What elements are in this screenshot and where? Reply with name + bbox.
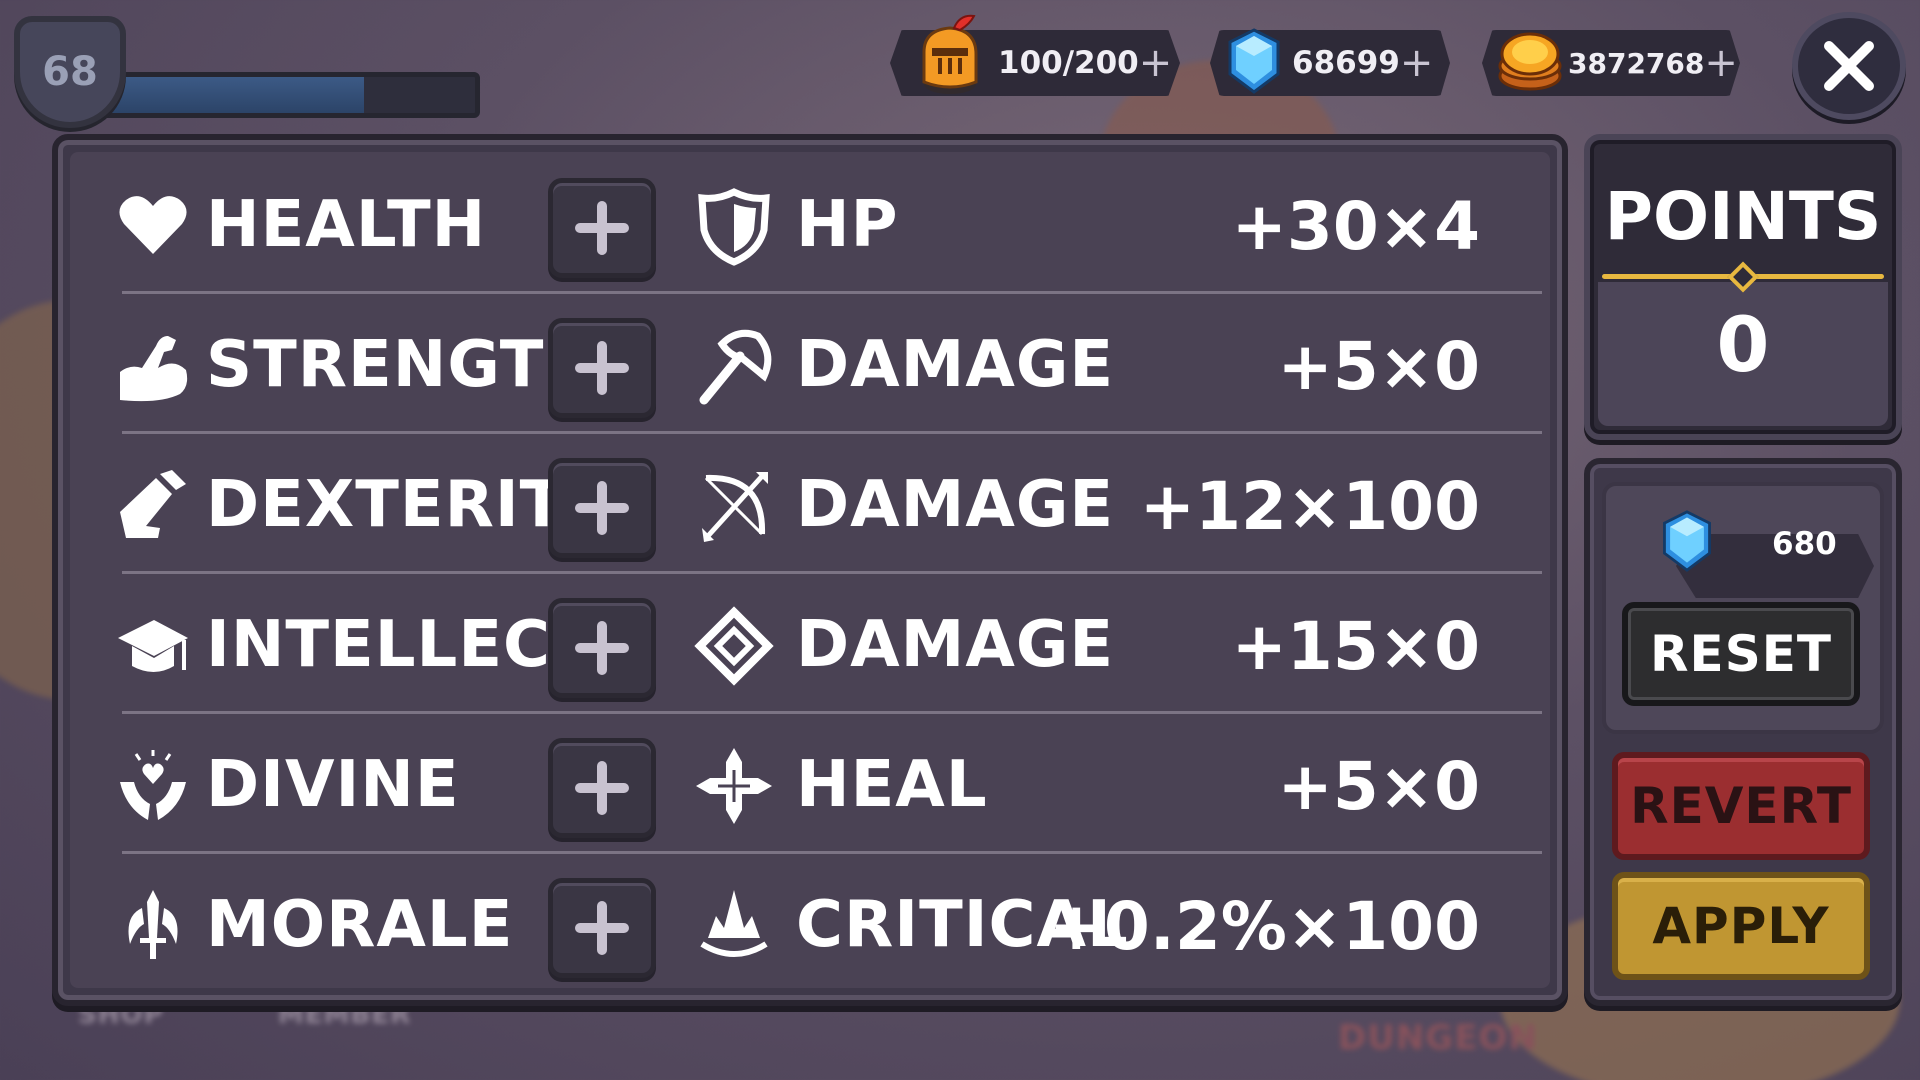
stat-row-dexterity: DEXTERITY DAMAGE +12×100 (70, 432, 1550, 574)
holy-cross-icon (696, 748, 772, 824)
gold-coin-stack-icon (1498, 32, 1562, 91)
attribute-name: STRENGTH (206, 328, 599, 402)
stamina-add-button[interactable]: + (1139, 40, 1173, 86)
attribute-name: MORALE (206, 888, 514, 962)
close-icon (1824, 41, 1874, 91)
add-strength-button[interactable] (548, 318, 656, 418)
add-health-button[interactable] (548, 178, 656, 278)
effect-name: HP (796, 188, 899, 262)
plus-icon (575, 901, 629, 955)
level-number: 68 (42, 49, 98, 95)
plus-icon (575, 201, 629, 255)
points-value: 0 (1716, 300, 1770, 389)
stat-row-morale: MORALE CRITICAL +0.2%×100 (70, 852, 1550, 992)
bg-dungeon-label: DUNGEON (1338, 1018, 1538, 1058)
plus-icon (575, 621, 629, 675)
add-dexterity-button[interactable] (548, 458, 656, 558)
add-morale-button[interactable] (548, 878, 656, 978)
revert-button[interactable]: REVERT (1612, 752, 1870, 860)
crown-burst-icon (700, 890, 768, 957)
gold-value: 3872768 (1568, 46, 1705, 80)
stat-row-divine: DIVINE HEAL +5×0 (70, 712, 1550, 854)
feather-quill-icon (120, 470, 186, 538)
close-button[interactable] (1792, 12, 1906, 120)
xp-bar-fill (105, 77, 364, 113)
effect-value: +30×4 (1231, 188, 1480, 265)
attribute-name: INTELLECT (206, 608, 596, 682)
apply-button[interactable]: APPLY (1612, 872, 1870, 980)
effect-name: HEAL (796, 748, 988, 822)
plus-icon (575, 481, 629, 535)
effect-value: +0.2%×100 (1048, 888, 1480, 965)
effect-value: +5×0 (1277, 328, 1480, 405)
heart-icon (119, 196, 187, 254)
stat-row-health: HEALTH HP +30×4 (70, 152, 1550, 294)
axe-icon (699, 329, 772, 405)
points-panel: POINTS 0 (1584, 134, 1902, 440)
add-intellect-button[interactable] (548, 598, 656, 698)
xp-bar (100, 72, 480, 118)
plus-icon (575, 341, 629, 395)
effect-value: +5×0 (1277, 748, 1480, 825)
rune-diamond-icon (694, 606, 774, 686)
stats-list: HEALTH HP +30×4 STRENGTH DAMAGE +5×0 DEX… (70, 152, 1550, 988)
add-divine-button[interactable] (548, 738, 656, 838)
effect-name: DAMAGE (796, 328, 1115, 402)
flexed-arm-icon (120, 336, 188, 402)
stat-row-strength: STRENGTH DAMAGE +5×0 (70, 292, 1550, 434)
effect-value: +15×0 (1231, 608, 1480, 685)
attribute-name: HEALTH (206, 188, 487, 262)
gems-value: 68699 (1292, 45, 1400, 81)
reset-button[interactable]: RESET (1622, 602, 1860, 706)
knight-helmet-icon (922, 14, 978, 94)
effect-name: DAMAGE (796, 468, 1115, 542)
shield-icon (698, 188, 770, 266)
attribute-name: DIVINE (206, 748, 460, 822)
sword-wings-icon (128, 890, 178, 959)
praying-hands-icon (120, 750, 186, 820)
graduation-cap-icon (118, 620, 188, 672)
effect-name: DAMAGE (796, 608, 1115, 682)
bow-arrow-icon (702, 472, 768, 542)
plus-icon (575, 761, 629, 815)
stat-row-intellect: INTELLECT DAMAGE +15×0 (70, 572, 1550, 714)
points-title: POINTS (1604, 178, 1882, 255)
blue-gem-icon (1663, 510, 1711, 572)
effect-value: +12×100 (1139, 468, 1480, 545)
gold-add-button[interactable]: + (1704, 40, 1738, 86)
reset-cost-value: 680 (1772, 526, 1837, 562)
stamina-value: 100/200 (998, 45, 1139, 81)
blue-gem-icon (1228, 28, 1280, 94)
level-badge[interactable]: 68 (14, 16, 126, 128)
gems-add-button[interactable]: + (1400, 40, 1434, 86)
stats-panel: HEALTH HP +30×4 STRENGTH DAMAGE +5×0 DEX… (52, 134, 1568, 1006)
